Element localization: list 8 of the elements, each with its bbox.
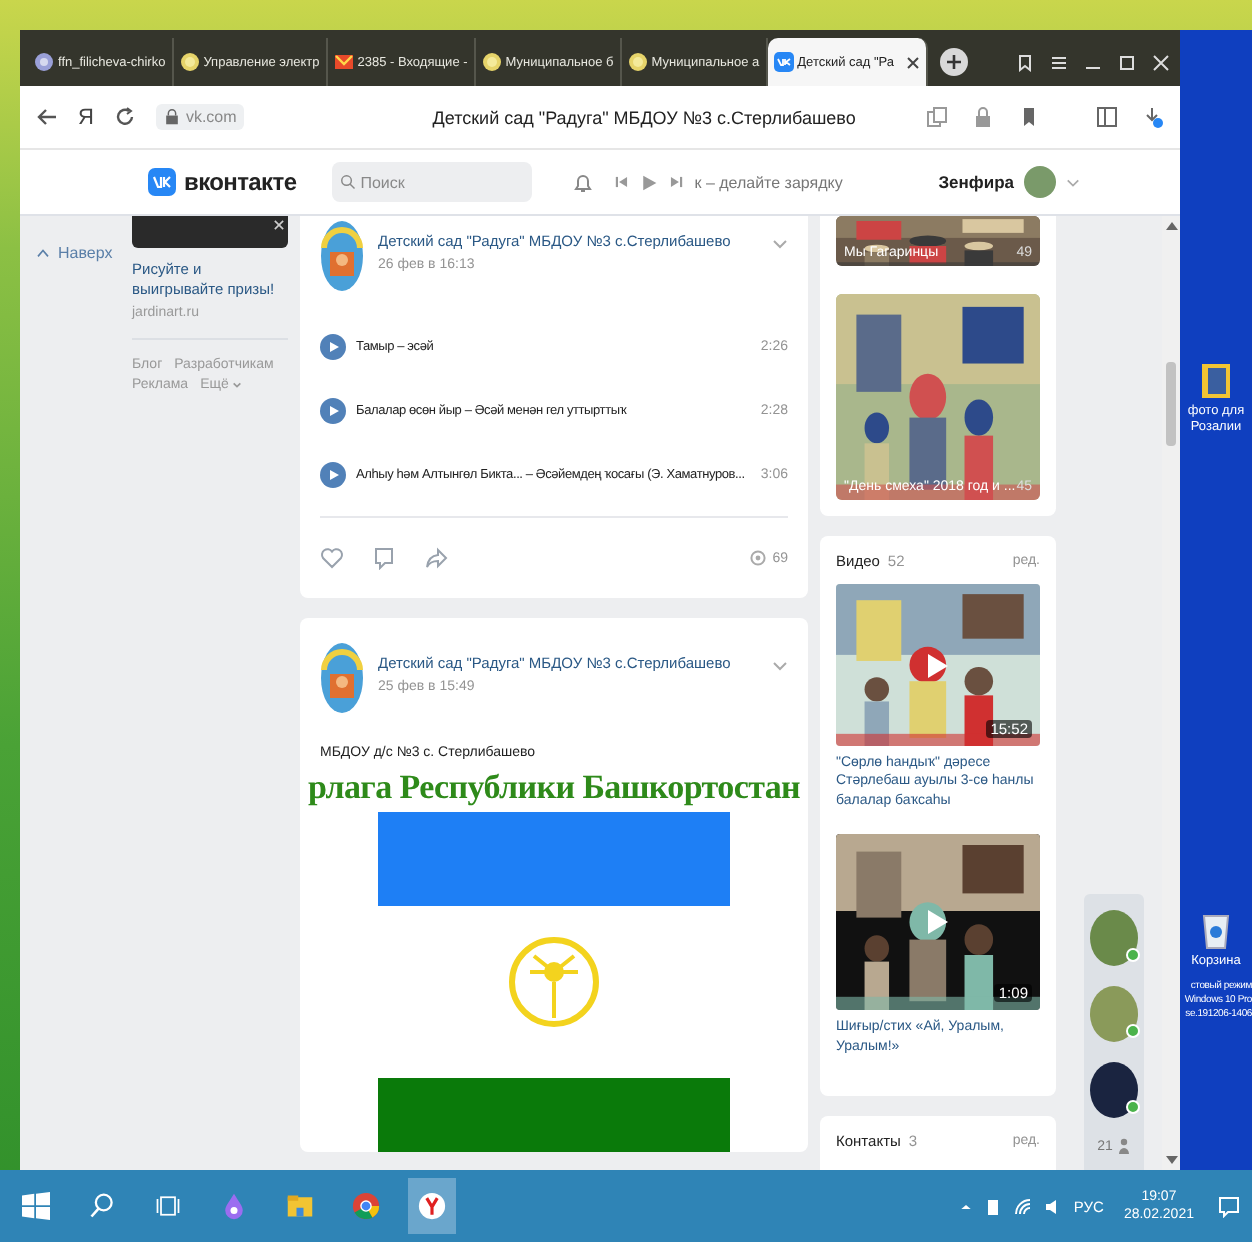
page-title: Детский сад "Радуга" МБДОУ №3 с.Стерлибашево: [432, 107, 856, 127]
back-to-top-link[interactable]: Наверх: [36, 244, 113, 262]
now-playing-text[interactable]: к – делайте зарядку: [694, 173, 843, 191]
search-field[interactable]: Поиск: [332, 162, 533, 202]
user-name[interactable]: Зенфира: [938, 172, 1014, 192]
image-heading: рлага Республики Башкортостан: [307, 768, 801, 808]
yandex-button[interactable]: Я: [78, 105, 94, 129]
vk-logo[interactable]: вконтакте: [148, 168, 297, 196]
